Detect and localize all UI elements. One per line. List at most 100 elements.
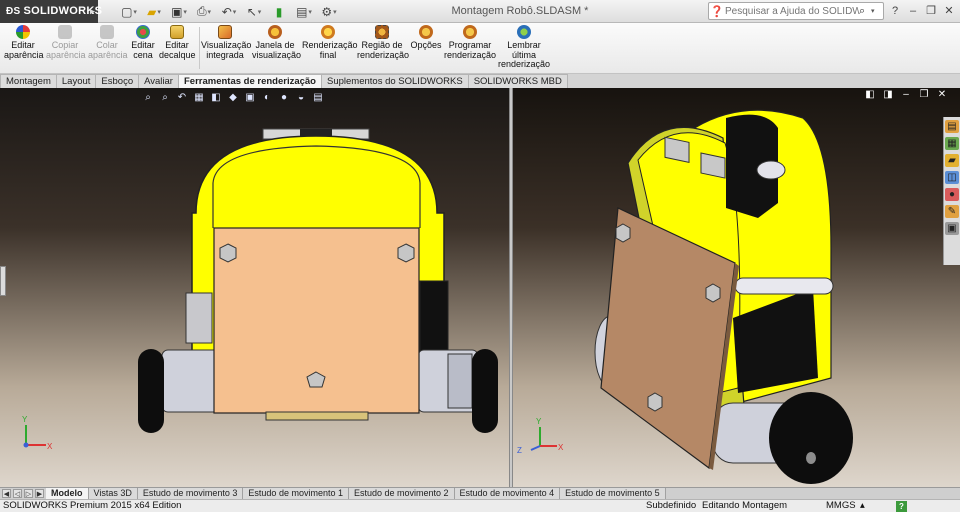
final-render-icon: [321, 25, 335, 39]
graphics-viewport-isometric[interactable]: Y X Z ◧ ◨ – ❐ ✕: [513, 88, 960, 487]
button-label: Editar: [131, 40, 155, 50]
display-style-icon[interactable]: ▣: [244, 92, 256, 104]
file-explorer-icon[interactable]: ▰: [945, 154, 959, 167]
board-bolt-1: [615, 223, 631, 243]
tab-render-tools[interactable]: Ferramentas de renderização: [177, 74, 322, 88]
button-label: cena: [133, 49, 153, 60]
viewport-minimize-icon[interactable]: –: [900, 89, 912, 101]
tab-solidworks-mbd[interactable]: SOLIDWORKS MBD: [467, 74, 568, 88]
select-pointer-icon[interactable]: ↖: [243, 3, 265, 20]
button-label: renderização: [444, 49, 497, 60]
button-label: Copiar: [51, 40, 79, 50]
tab-solidworks-addins[interactable]: Suplementos do SOLIDWORKS: [321, 74, 469, 88]
minimize-icon[interactable]: –: [906, 3, 920, 19]
forum-icon[interactable]: ▣: [945, 222, 959, 235]
paste-appearance-button[interactable]: Colar aparência: [88, 25, 128, 60]
edit-scene-button[interactable]: Editar cena: [128, 25, 158, 60]
solidworks-resources-icon[interactable]: ▤: [945, 120, 959, 133]
button-label: Região de: [361, 40, 403, 50]
viewport-restore-icon[interactable]: ❐: [918, 89, 930, 101]
appearance-ball-icon: [16, 25, 30, 39]
custom-properties-icon[interactable]: ✎: [945, 205, 959, 218]
edit-appearance-button[interactable]: Editar aparência: [4, 25, 44, 60]
view-settings-icon[interactable]: ▤: [312, 92, 324, 104]
design-library-icon[interactable]: ▦: [945, 137, 959, 150]
integrated-preview-button[interactable]: Visualização integrada: [201, 25, 252, 60]
board-bolt-3: [647, 392, 663, 412]
save-icon[interactable]: ▣: [168, 3, 190, 20]
tab-avaliar[interactable]: Avaliar: [138, 74, 179, 88]
restore-icon[interactable]: ❐: [924, 3, 938, 19]
previous-view-icon[interactable]: ↶: [176, 92, 188, 104]
render-region-icon: [375, 25, 389, 39]
view-orientation-icon[interactable]: ◆: [227, 92, 239, 104]
tab-motion-study-1[interactable]: Estudo de movimento 1: [243, 488, 349, 499]
next-pane-icon[interactable]: ◨: [882, 89, 894, 101]
render-region-button[interactable]: Região de renderização: [357, 25, 409, 60]
help-question-icon[interactable]: ?: [888, 3, 902, 19]
button-label: Colar: [96, 40, 118, 50]
schedule-render-button[interactable]: Programar renderização: [444, 25, 496, 60]
edit-decal-button[interactable]: Editar decalque: [159, 25, 196, 60]
preview-window-button[interactable]: Janela de visualização: [252, 25, 301, 60]
button-label: aparência: [88, 49, 128, 60]
decal-icon: [170, 25, 184, 39]
feature-manager-collapse-handle[interactable]: [0, 266, 6, 296]
right-hub: [447, 353, 473, 409]
upper-shaft: [756, 160, 786, 180]
ds-logo-icon: ƉS: [6, 6, 21, 17]
scroll-next-icon[interactable]: ▷: [24, 489, 33, 498]
button-label: Visualização: [201, 40, 252, 50]
rebuild-traffic-light-icon[interactable]: ▮: [268, 3, 290, 20]
previous-pane-icon[interactable]: ◧: [864, 89, 876, 101]
button-label: última: [511, 49, 536, 60]
search-icon[interactable]: ⌕: [859, 5, 871, 18]
menu-arrow-icon[interactable]: ▸: [90, 0, 95, 23]
tab-scroll-controls: ◀ ◁ ▷ ▶: [0, 488, 46, 499]
file-properties-icon[interactable]: ▤: [293, 3, 315, 20]
solidworks-logo[interactable]: ƉS SOLIDWORKS ▸: [0, 0, 102, 23]
print-icon[interactable]: ⎙: [193, 3, 215, 20]
y-axis-label: Y: [22, 415, 28, 424]
graphics-viewport-front[interactable]: Y X ⌕ ⌕ ↶ ▦ ◧ ◆ ▣ ◐ ● ◒ ▤: [0, 88, 509, 487]
tab-montagem[interactable]: Montagem: [0, 74, 57, 88]
section-view-icon[interactable]: ▦: [193, 92, 205, 104]
units-dropdown-icon[interactable]: ▴: [860, 500, 865, 512]
tab-motion-study-2[interactable]: Estudo de movimento 2: [348, 488, 455, 499]
hide-show-items-icon[interactable]: ◐: [261, 92, 273, 104]
tab-layout[interactable]: Layout: [55, 74, 97, 88]
button-label: renderização: [498, 59, 551, 69]
status-bar: SOLIDWORKS Premium 2015 x64 Edition Subd…: [0, 499, 960, 512]
search-dropdown-icon[interactable]: ▾: [871, 7, 875, 15]
scroll-first-icon[interactable]: ◀: [2, 489, 11, 498]
scroll-last-icon[interactable]: ▶: [35, 489, 44, 498]
close-icon[interactable]: ✕: [942, 3, 956, 19]
apply-scene-icon[interactable]: ◒: [295, 92, 307, 104]
appearances-scenes-icon[interactable]: ●: [945, 188, 959, 201]
tab-vistas-3d[interactable]: Vistas 3D: [88, 488, 138, 499]
edition-text: SOLIDWORKS Premium 2015 x64 Edition: [3, 500, 182, 511]
dynamic-annotation-icon[interactable]: ◧: [210, 92, 222, 104]
zoom-to-fit-icon[interactable]: ⌕: [142, 92, 154, 104]
units-selector[interactable]: MMGS: [826, 500, 856, 512]
undo-icon[interactable]: ↶: [218, 3, 240, 20]
help-search-input[interactable]: [725, 5, 859, 17]
viewport-close-icon[interactable]: ✕: [936, 89, 948, 101]
tab-modelo[interactable]: Modelo: [46, 488, 89, 499]
tab-motion-study-3[interactable]: Estudo de movimento 3: [137, 488, 244, 499]
tab-motion-study-5[interactable]: Estudo de movimento 5: [560, 488, 666, 499]
copy-appearance-button[interactable]: Copiar aparência: [46, 25, 86, 60]
scroll-prev-icon[interactable]: ◁: [13, 489, 22, 498]
options-gear-icon[interactable]: ⚙: [318, 3, 340, 20]
view-palette-icon[interactable]: ◫: [945, 171, 959, 184]
recall-last-render-button[interactable]: Lembrar última renderização: [498, 25, 550, 70]
edit-appearance-hud-icon[interactable]: ●: [278, 92, 290, 104]
quick-tips-icon[interactable]: ?: [896, 501, 907, 512]
final-render-button[interactable]: Renderização final: [302, 25, 358, 60]
tab-esboco[interactable]: Esboço: [95, 74, 140, 88]
tab-motion-study-4[interactable]: Estudo de movimento 4: [454, 488, 561, 499]
open-folder-icon[interactable]: ▰: [143, 3, 165, 20]
options-button[interactable]: Opções: [410, 25, 442, 51]
new-document-icon[interactable]: ▢: [118, 3, 140, 20]
zoom-area-icon[interactable]: ⌕: [159, 92, 171, 104]
